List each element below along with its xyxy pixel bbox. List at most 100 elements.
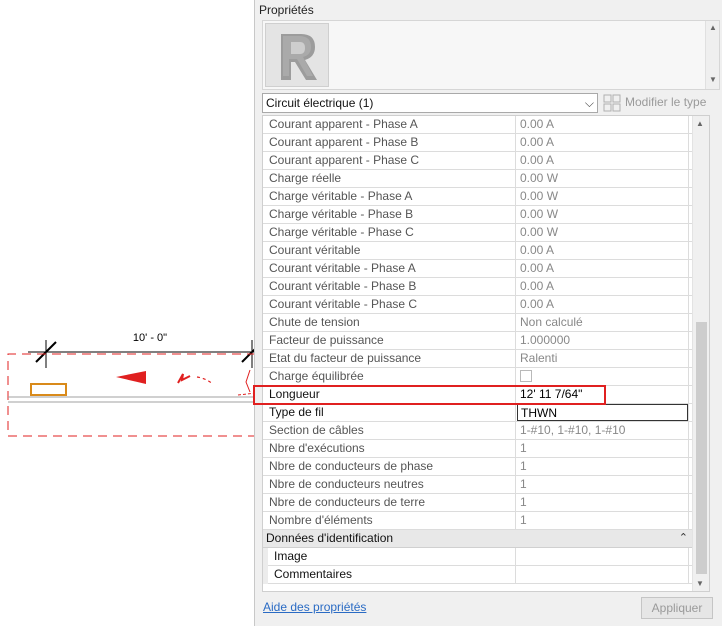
- balanced-load-checkbox[interactable]: [520, 370, 532, 382]
- property-value[interactable]: 0.00 W: [517, 206, 688, 223]
- property-value[interactable]: THWN: [517, 404, 688, 421]
- property-label: Courant véritable: [263, 242, 516, 259]
- property-label: Section de câbles: [263, 422, 516, 439]
- property-value[interactable]: 1: [517, 476, 688, 493]
- property-row[interactable]: Courant véritable 0.00 A: [263, 242, 692, 260]
- properties-palette: Propriétés ▲ ▼ Circuit électrique (1) ⌵ …: [254, 0, 722, 626]
- type-selector-value: Circuit électrique (1): [266, 96, 374, 110]
- property-value[interactable]: 0.00 W: [517, 224, 688, 241]
- property-value[interactable]: 1-#10, 1-#10, 1-#10: [517, 422, 688, 439]
- property-value[interactable]: [517, 368, 688, 385]
- lightning-icon: [177, 373, 191, 384]
- circuit-arrow: [116, 371, 146, 384]
- property-label: Charge réelle: [263, 170, 516, 187]
- property-label: Chute de tension: [263, 314, 516, 331]
- property-label: Charge équilibrée: [263, 368, 516, 385]
- property-label: Courant apparent - Phase B: [263, 134, 516, 151]
- property-row[interactable]: Courant véritable - Phase A 0.00 A: [263, 260, 692, 278]
- property-row[interactable]: Etat du facteur de puissance Ralenti: [263, 350, 692, 368]
- property-value[interactable]: 0.00 W: [517, 170, 688, 187]
- property-grid: Courant apparent - Phase A 0.00 A Courant …: [262, 115, 710, 592]
- property-row[interactable]: Nbre de conducteurs de terre 1: [263, 494, 692, 512]
- grid-scrollbar[interactable]: ▲ ▼: [692, 116, 709, 591]
- property-row[interactable]: Type de fil THWN: [263, 404, 692, 422]
- property-row[interactable]: Courant apparent - Phase C 0.00 A: [263, 152, 692, 170]
- property-row[interactable]: Section de câbles 1-#10, 1-#10, 1-#10: [263, 422, 692, 440]
- property-label: Charge véritable - Phase B: [263, 206, 516, 223]
- type-preview-panel: ▲ ▼: [262, 20, 720, 90]
- property-row[interactable]: Longueur 12' 11 7/64": [263, 386, 692, 404]
- dimension-text[interactable]: 10' - 0": [133, 332, 167, 344]
- property-row[interactable]: Charge véritable - Phase B 0.00 W: [263, 206, 692, 224]
- property-value[interactable]: [517, 548, 688, 565]
- property-label: Facteur de puissance: [263, 332, 516, 349]
- collapse-icon[interactable]: ⌃: [679, 530, 688, 547]
- scroll-thumb[interactable]: [696, 322, 707, 574]
- property-label: Nbre d'exécutions: [263, 440, 516, 457]
- property-value[interactable]: 0.00 A: [517, 278, 688, 295]
- property-row[interactable]: Charge équilibrée: [263, 368, 692, 386]
- property-value[interactable]: 0.00 A: [517, 116, 688, 133]
- property-value[interactable]: 1: [517, 458, 688, 475]
- property-row[interactable]: Nbre de conducteurs neutres 1: [263, 476, 692, 494]
- panel-edge: [245, 369, 251, 393]
- property-value[interactable]: 0.00 A: [517, 296, 688, 313]
- property-row[interactable]: Courant apparent - Phase A 0.00 A: [263, 116, 692, 134]
- palette-title: Propriétés: [259, 3, 314, 17]
- chevron-down-icon[interactable]: ⌵: [585, 94, 594, 112]
- preview-scrollbar[interactable]: ▲ ▼: [705, 21, 719, 89]
- property-label: Nbre de conducteurs neutres: [263, 476, 516, 493]
- property-row[interactable]: Nbre d'exécutions 1: [263, 440, 692, 458]
- property-value[interactable]: Non calculé: [517, 314, 688, 331]
- property-row[interactable]: Charge réelle 0.00 W: [263, 170, 692, 188]
- property-value[interactable]: 0.00 A: [517, 242, 688, 259]
- property-value[interactable]: 0.00 A: [517, 260, 688, 277]
- property-row[interactable]: Courant apparent - Phase B 0.00 A: [263, 134, 692, 152]
- property-label: Nbre de conducteurs de terre: [263, 494, 516, 511]
- circuit-arc: [196, 376, 214, 385]
- property-label: Courant véritable - Phase B: [263, 278, 516, 295]
- type-selector-dropdown[interactable]: Circuit électrique (1) ⌵: [262, 93, 598, 113]
- property-row[interactable]: Charge véritable - Phase C 0.00 W: [263, 224, 692, 242]
- property-label: Charge véritable - Phase C: [263, 224, 516, 241]
- property-row[interactable]: Courant véritable - Phase B 0.00 A: [263, 278, 692, 296]
- property-value[interactable]: 1: [517, 494, 688, 511]
- property-value[interactable]: 1: [517, 512, 688, 529]
- property-row[interactable]: Nbre de conducteurs de phase 1: [263, 458, 692, 476]
- identity-group-header[interactable]: Données d'identification ⌃: [263, 530, 692, 548]
- property-row[interactable]: Courant véritable - Phase C 0.00 A: [263, 296, 692, 314]
- property-label: Commentaires: [268, 566, 516, 583]
- property-label: Courant véritable - Phase C: [263, 296, 516, 313]
- property-label: Image: [268, 548, 516, 565]
- electrical-device: [30, 383, 67, 396]
- scroll-down-icon[interactable]: ▼: [706, 75, 720, 84]
- properties-help-link[interactable]: Aide des propriétés: [263, 600, 366, 614]
- revit-r-icon: [265, 23, 329, 87]
- property-value[interactable]: 0.00 A: [517, 152, 688, 169]
- property-value[interactable]: 12' 11 7/64": [517, 386, 688, 403]
- property-label: Nombre d'éléments: [263, 512, 516, 529]
- property-label: Courant apparent - Phase C: [263, 152, 516, 169]
- property-row[interactable]: Charge véritable - Phase A 0.00 W: [263, 188, 692, 206]
- scroll-up-icon[interactable]: ▲: [706, 23, 720, 32]
- property-row[interactable]: Nombre d'éléments 1: [263, 512, 692, 530]
- property-label: Courant véritable - Phase A: [263, 260, 516, 277]
- scroll-down-icon[interactable]: ▼: [693, 579, 707, 588]
- property-row[interactable]: Facteur de puissance 1.000000: [263, 332, 692, 350]
- property-value[interactable]: 0.00 W: [517, 188, 688, 205]
- property-value[interactable]: Ralenti: [517, 350, 688, 367]
- property-value[interactable]: [517, 566, 688, 583]
- property-row[interactable]: Image: [263, 548, 692, 566]
- edit-type-icon: [603, 94, 621, 112]
- property-row[interactable]: Commentaires: [263, 566, 692, 584]
- apply-button[interactable]: Appliquer: [641, 597, 713, 619]
- scroll-up-icon[interactable]: ▲: [693, 119, 707, 128]
- property-value[interactable]: 0.00 A: [517, 134, 688, 151]
- property-label: Longueur: [263, 386, 516, 403]
- property-row[interactable]: Chute de tension Non calculé: [263, 314, 692, 332]
- property-value[interactable]: 1.000000: [517, 332, 688, 349]
- property-value[interactable]: 1: [517, 440, 688, 457]
- edit-type-button[interactable]: Modifier le type: [603, 93, 706, 113]
- drawing-canvas[interactable]: 10' - 0": [0, 0, 257, 626]
- property-label: Nbre de conducteurs de phase: [263, 458, 516, 475]
